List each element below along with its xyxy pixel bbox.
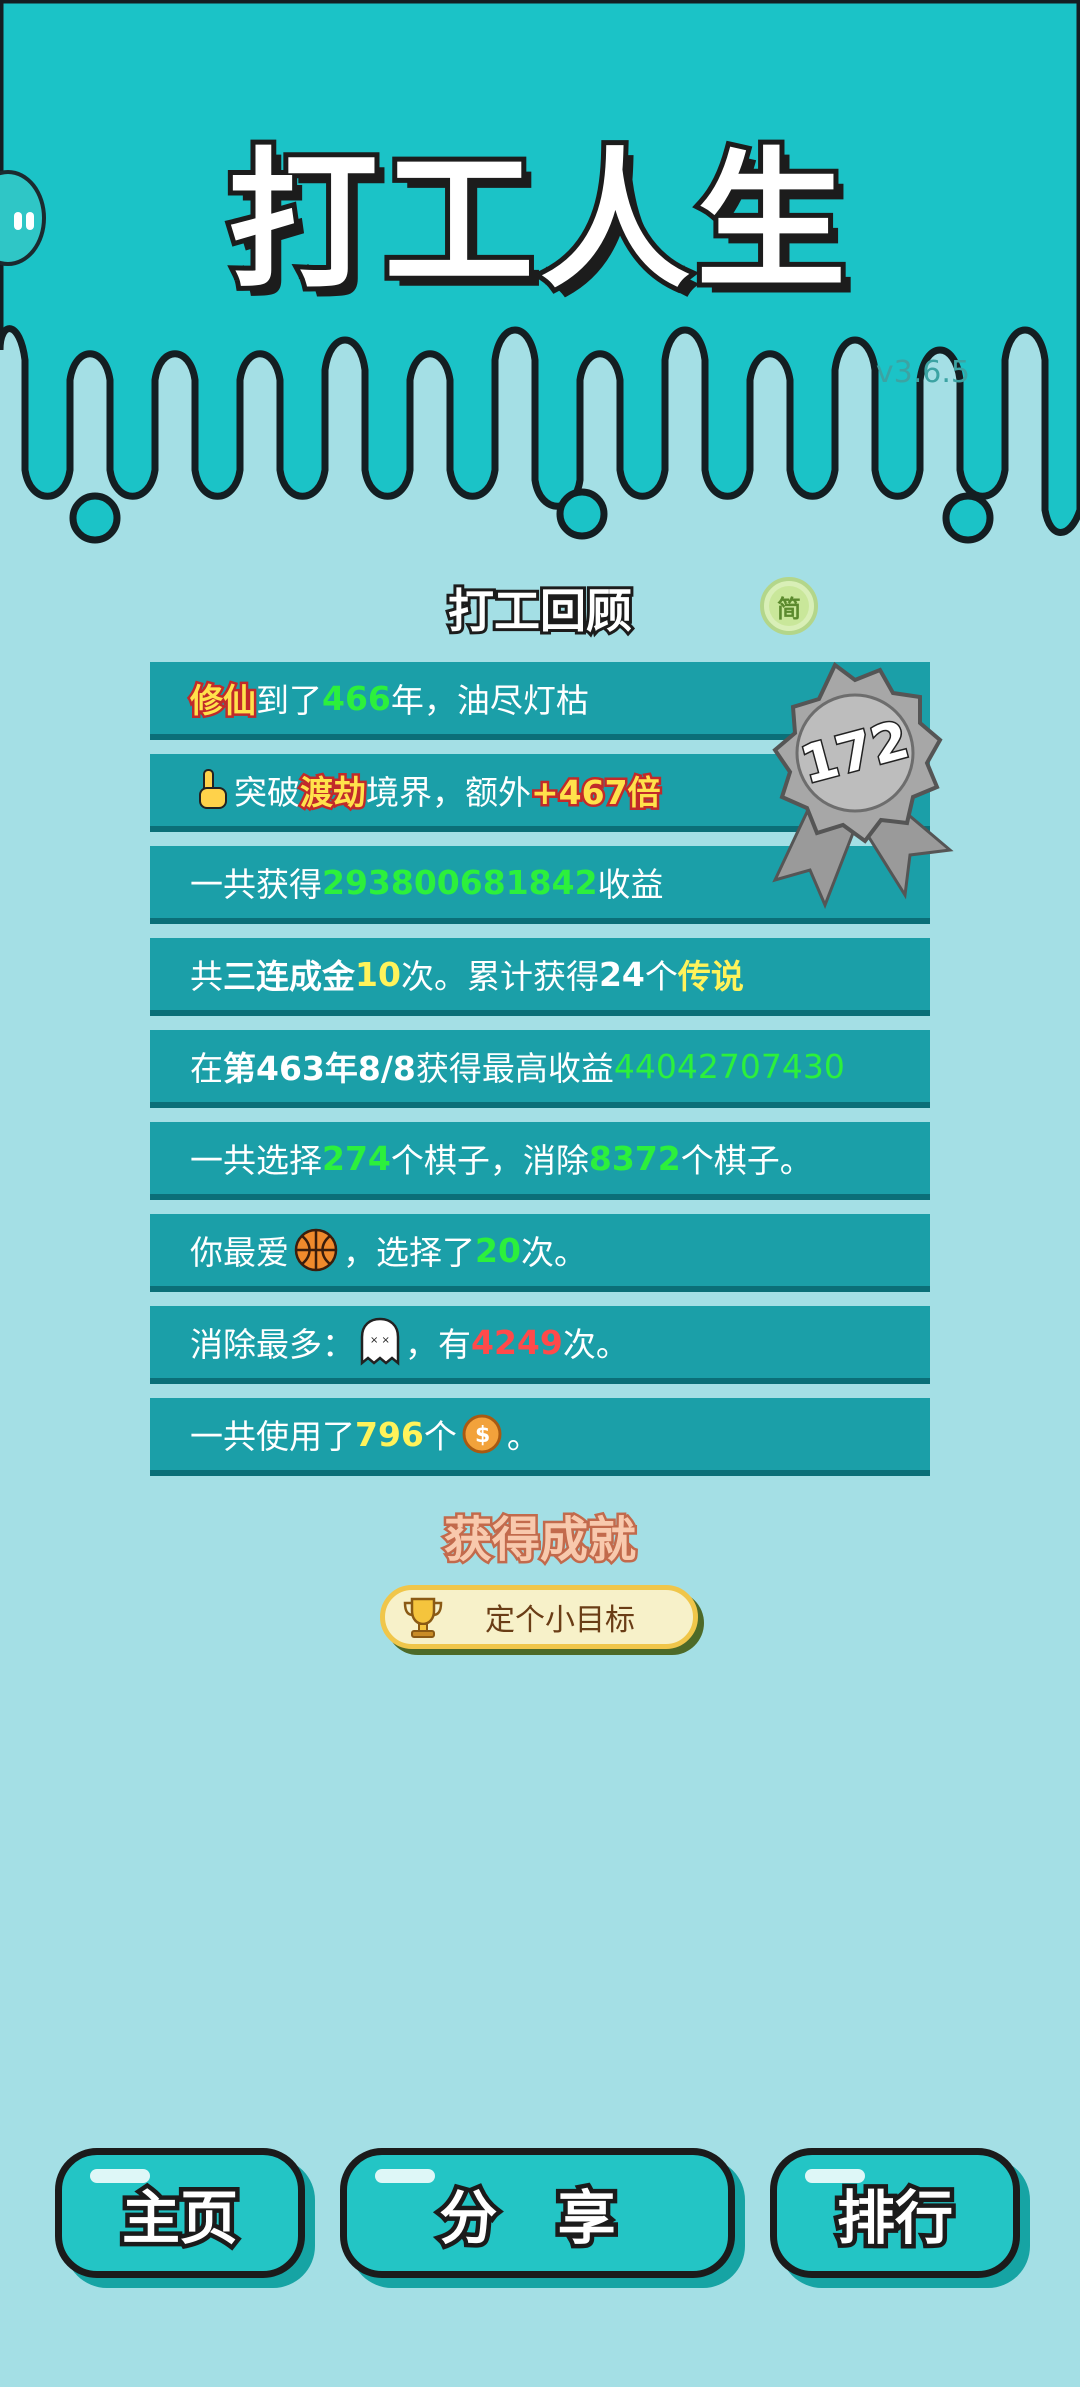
version-label: v3.6.5 xyxy=(875,355,970,390)
pointing-hand-icon xyxy=(199,769,227,809)
review-row-triple-gold: 共三连成金 10 次。累计获得 24 个传说 xyxy=(150,938,930,1016)
share-button[interactable]: 分 享 xyxy=(340,2148,735,2278)
review-title: 打工回顾 xyxy=(445,581,635,641)
review-row-favorite: 你最爱 ，选择了 20 次。 xyxy=(150,1214,930,1292)
review-row-highest-income: 在 第463年8/8 获得最高收益 44042707430 xyxy=(150,1030,930,1108)
achievement-badge-label: 定个小目标 xyxy=(485,1603,635,1638)
svg-text:$: $ xyxy=(475,1423,490,1448)
review-row-coins-used: 一共使用了 796 个 $ 。 xyxy=(150,1398,930,1476)
trophy-icon xyxy=(403,1597,443,1638)
achievement-badge[interactable]: 定个小目标 xyxy=(380,1585,698,1649)
app-title: 打工人生 xyxy=(223,130,852,314)
ghost-icon: × × xyxy=(360,1317,400,1366)
coin-icon: $ xyxy=(462,1414,502,1454)
ranking-button[interactable]: 排行 xyxy=(770,2148,1020,2278)
review-row-most-eliminated: 消除最多： × × ，有 4249 次。 xyxy=(150,1306,930,1384)
rank-medal-badge: 172 xyxy=(772,661,954,909)
simplified-toggle-button[interactable]: 简 xyxy=(760,577,818,635)
simplified-toggle-label: 简 xyxy=(769,586,809,626)
achievement-title: 获得成就 xyxy=(441,1510,638,1571)
review-row-pieces: 一共选择 274 个棋子，消除 8372 个棋子。 xyxy=(150,1122,930,1200)
svg-text:× ×: × × xyxy=(370,1335,390,1346)
home-button[interactable]: 主页 xyxy=(55,2148,305,2278)
basketball-icon xyxy=(294,1228,338,1272)
